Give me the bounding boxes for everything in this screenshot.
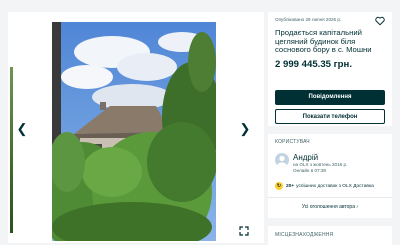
- listing-photo[interactable]: [52, 22, 216, 241]
- user-icon: [277, 155, 287, 167]
- chevron-right-icon: ›: [356, 204, 359, 210]
- seller-card: КОРИСТУВАЧ Андрій на OLX з жовтень 2016 …: [268, 134, 392, 218]
- chevron-right-icon[interactable]: ❯: [238, 122, 252, 136]
- previous-photo-thumbnail[interactable]: [10, 67, 13, 233]
- delivery-count: 20+: [286, 183, 295, 189]
- seller-section-title: КОРИСТУВАЧ: [275, 139, 310, 145]
- chevron-left-icon[interactable]: ❮: [15, 122, 29, 136]
- seller-online-status: Онлайн в 07:38: [293, 168, 326, 173]
- delivery-icon: ↻: [275, 182, 283, 190]
- posted-date: Опубліковано 29 липня 2026 р.: [275, 17, 342, 22]
- divider: [268, 197, 392, 198]
- listing-info-card: Опубліковано 29 липня 2026 р. Продається…: [268, 12, 392, 126]
- location-section-title: МІСЦЕЗНАХОДЖЕННЯ: [275, 232, 334, 238]
- delivery-stats: ↻ 20+ успішних доставок з OLX Доставка: [275, 182, 374, 190]
- house-photo: [52, 22, 216, 241]
- listing-title: Продається капітальний цегляний будинок …: [275, 28, 372, 55]
- heart-icon[interactable]: [375, 16, 385, 26]
- delivery-text: успішних доставок з OLX Доставка: [296, 183, 374, 189]
- avatar: [275, 153, 289, 167]
- seller-profile[interactable]: Андрій на OLX з жовтень 2016 р. Онлайн в…: [275, 153, 347, 174]
- show-phone-button[interactable]: Показати телефон: [275, 109, 385, 124]
- photo-gallery: ❮ ❯: [8, 12, 264, 243]
- expand-icon[interactable]: [239, 226, 249, 236]
- listing-price: 2 999 445.35 грн.: [275, 58, 352, 70]
- all-ads-link[interactable]: Усі оголошення автора ›: [268, 204, 392, 210]
- seller-name: Андрій: [293, 153, 319, 162]
- message-button[interactable]: Повідомлення: [275, 90, 385, 105]
- all-ads-label: Усі оголошення автора: [301, 204, 355, 210]
- location-card: МІСЦЕЗНАХОДЖЕННЯ: [268, 226, 392, 245]
